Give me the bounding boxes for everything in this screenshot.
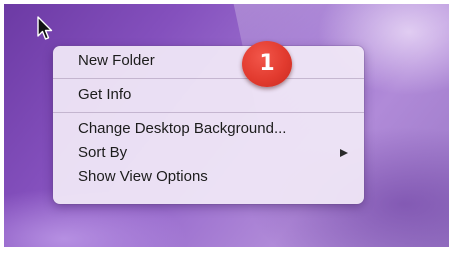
desktop-context-menu: New Folder Get Info Change Desktop Backg… [53,46,364,204]
chevron-right-icon [340,149,348,157]
step-number-badge: 1 [242,41,292,87]
menu-item-label: Change Desktop Background... [78,120,287,137]
menu-item-new-folder[interactable]: New Folder [53,49,364,73]
menu-item-change-desktop-background[interactable]: Change Desktop Background... [53,117,364,141]
arrow-pointer-icon [37,16,53,40]
menu-item-sort-by[interactable]: Sort By [53,141,364,165]
menu-item-label: Sort By [78,144,128,161]
menu-item-label: Get Info [78,86,132,103]
screenshot-frame: New Folder Get Info Change Desktop Backg… [0,0,455,253]
menu-item-label: New Folder [78,52,155,69]
menu-separator [53,78,364,79]
menu-item-show-view-options[interactable]: Show View Options [53,165,364,189]
menu-item-get-info[interactable]: Get Info [53,83,364,107]
desktop[interactable]: New Folder Get Info Change Desktop Backg… [4,4,449,247]
menu-item-label: Show View Options [78,168,208,185]
menu-separator [53,112,364,113]
